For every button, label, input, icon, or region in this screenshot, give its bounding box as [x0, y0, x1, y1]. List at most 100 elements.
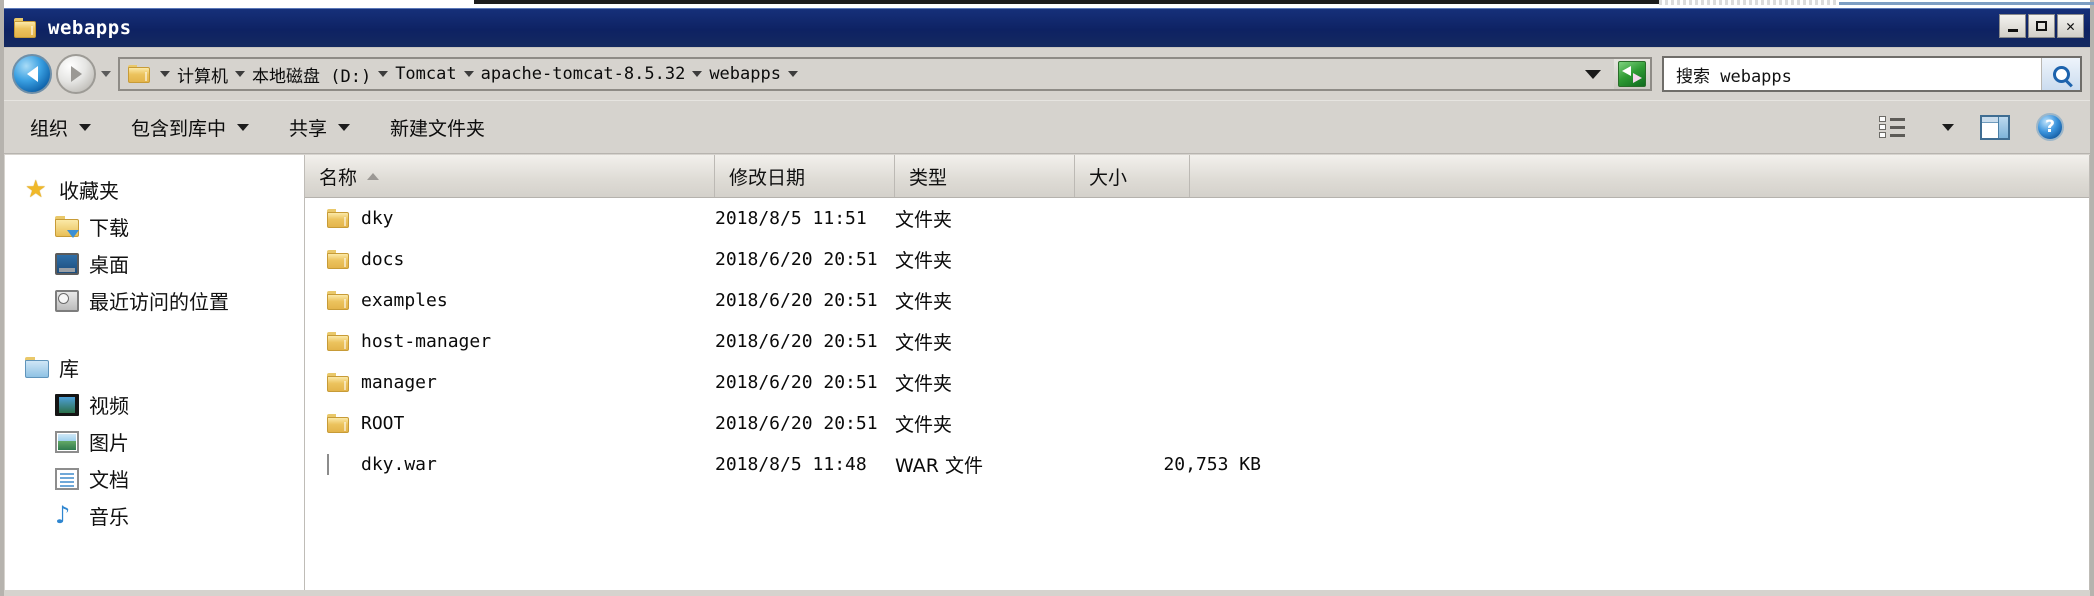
file-name: docs — [361, 249, 405, 270]
column-header-date[interactable]: 修改日期 — [715, 155, 895, 197]
navigation-pane: ★ 收藏夹 下载 桌面 最近访问的位置 库 视频 图片 文档 ♪ 音乐 — [5, 155, 305, 590]
search-input[interactable]: 搜索 webapps — [1664, 62, 2041, 87]
sidebar-item-desktop[interactable]: 桌面 — [5, 245, 304, 282]
sidebar-item-recent-places[interactable]: 最近访问的位置 — [5, 282, 304, 319]
toolbar-label-organize: 组织 — [30, 117, 69, 140]
cell-name: dky — [305, 208, 715, 229]
chevron-down-icon — [79, 123, 92, 131]
forward-button[interactable] — [56, 54, 96, 94]
folder-icon — [327, 250, 349, 269]
cell-type: 文件夹 — [895, 373, 953, 395]
breadcrumb-item-0[interactable]: 计算机 — [176, 62, 229, 87]
command-toolbar: 组织 包含到库中 共享 新建文件夹 ? — [4, 100, 2090, 153]
file-name: examples — [361, 290, 448, 311]
sidebar-item-music[interactable]: ♪ 音乐 — [5, 497, 304, 534]
search-button[interactable] — [2041, 58, 2080, 90]
search-box[interactable]: 搜索 webapps — [1662, 56, 2082, 92]
sidebar-item-libraries[interactable]: 库 — [5, 349, 304, 386]
toolbar-item-new-folder[interactable]: 新建文件夹 — [390, 114, 485, 141]
table-row[interactable]: dky.war 2018/8/5 11:48 WAR 文件 20,753 KB — [305, 444, 2089, 485]
sidebar-item-pictures[interactable]: 图片 — [5, 423, 304, 460]
address-bar-row: 计算机 本地磁盘 (D:) Tomcat apache-tomcat-8.5.3… — [4, 47, 2090, 100]
cell-date: 2018/8/5 11:48 — [715, 454, 867, 475]
breadcrumb-item-3[interactable]: apache-tomcat-8.5.32 — [480, 64, 687, 84]
breadcrumb-item-4[interactable]: webapps — [708, 64, 782, 84]
breadcrumb: 计算机 本地磁盘 (D:) Tomcat apache-tomcat-8.5.3… — [154, 62, 804, 87]
cell-date: 2018/6/20 20:51 — [715, 331, 878, 352]
table-row[interactable]: manager 2018/6/20 20:51 文件夹 — [305, 362, 2089, 403]
address-folder-icon — [128, 64, 150, 84]
address-history-dropdown[interactable] — [1572, 57, 1614, 91]
chevron-down-icon — [237, 123, 250, 131]
cell-date: 2018/6/20 20:51 — [715, 372, 878, 393]
file-name: dky — [361, 208, 394, 229]
help-icon[interactable]: ? — [2036, 113, 2064, 141]
breadcrumb-item-1[interactable]: 本地磁盘 (D:) — [251, 62, 372, 87]
refresh-icon — [1618, 61, 1646, 87]
preview-pane-icon[interactable] — [1980, 114, 2010, 140]
sidebar-item-downloads[interactable]: 下载 — [5, 208, 304, 245]
title-bar[interactable]: webapps ✕ — [4, 8, 2090, 47]
file-name: manager — [361, 372, 437, 393]
address-bar[interactable]: 计算机 本地磁盘 (D:) Tomcat apache-tomcat-8.5.3… — [118, 57, 1572, 91]
nav-group-libraries: 库 视频 图片 文档 ♪ 音乐 — [5, 349, 304, 534]
close-icon: ✕ — [2065, 16, 2076, 35]
back-arrow-icon — [26, 66, 38, 82]
column-header-type[interactable]: 类型 — [895, 155, 1075, 197]
cell-name: docs — [305, 249, 715, 270]
recent-pages-chevron-down-icon[interactable] — [101, 71, 111, 77]
cell-date: 2018/8/5 11:51 — [715, 208, 867, 229]
cell-date: 2018/6/20 20:51 — [715, 413, 878, 434]
cell-type: 文件夹 — [895, 414, 953, 436]
breadcrumb-item-2[interactable]: Tomcat — [394, 64, 457, 84]
breadcrumb-chevron-icon[interactable] — [692, 71, 703, 77]
toolbar-item-include-in-library[interactable]: 包含到库中 — [131, 114, 250, 141]
close-button[interactable]: ✕ — [2057, 14, 2084, 38]
breadcrumb-chevron-icon[interactable] — [378, 71, 389, 77]
cell-name: examples — [305, 290, 715, 311]
breadcrumb-chevron-icon[interactable] — [235, 71, 245, 77]
file-name: ROOT — [361, 413, 405, 434]
refresh-button[interactable] — [1614, 57, 1652, 91]
column-header-name[interactable]: 名称 — [305, 155, 715, 197]
toolbar-item-organize[interactable]: 组织 — [30, 114, 92, 141]
column-label-size: 大小 — [1089, 166, 1128, 189]
star-icon: ★ — [25, 174, 47, 203]
window-bottom-edge — [4, 590, 2090, 596]
table-row[interactable]: docs 2018/6/20 20:51 文件夹 — [305, 239, 2089, 280]
top-edge-blue-segment — [1839, 2, 2094, 5]
window-top-edge — [4, 0, 2094, 8]
column-label-type: 类型 — [909, 166, 948, 189]
folder-icon — [327, 332, 349, 351]
column-header-size[interactable]: 大小 — [1075, 155, 1190, 197]
sidebar-item-videos[interactable]: 视频 — [5, 386, 304, 423]
view-mode-icon[interactable] — [1879, 116, 1905, 138]
sidebar-item-favorites[interactable]: ★ 收藏夹 — [5, 171, 304, 208]
minimize-button[interactable] — [1999, 14, 2026, 38]
view-mode-chevron-down-icon[interactable] — [1942, 123, 1954, 131]
window-content: ★ 收藏夹 下载 桌面 最近访问的位置 库 视频 图片 文档 ♪ 音乐 名称 修… — [4, 153, 2090, 590]
table-row[interactable]: ROOT 2018/6/20 20:51 文件夹 — [305, 403, 2089, 444]
chevron-down-icon — [338, 123, 351, 131]
maximize-button[interactable] — [2028, 14, 2055, 38]
cell-type: 文件夹 — [895, 332, 953, 354]
sidebar-label-downloads: 下载 — [89, 216, 129, 240]
toolbar-label-new-folder: 新建文件夹 — [390, 117, 486, 140]
cell-size: 20,753 KB — [1163, 454, 1261, 475]
music-icon: ♪ — [55, 500, 71, 529]
column-header-spacer[interactable] — [1190, 155, 2089, 197]
breadcrumb-chevron-icon[interactable] — [463, 71, 474, 77]
back-button[interactable] — [12, 54, 52, 94]
breadcrumb-chevron-icon[interactable] — [160, 71, 170, 77]
toolbar-item-share[interactable]: 共享 — [289, 114, 351, 141]
breadcrumb-chevron-icon[interactable] — [787, 71, 798, 77]
cell-name: ROOT — [305, 413, 715, 434]
table-row[interactable]: dky 2018/8/5 11:51 文件夹 — [305, 198, 2089, 239]
file-list-pane: 名称 修改日期 类型 大小 dky 2018/8/5 11:51 文件夹 doc… — [305, 155, 2090, 590]
column-label-date: 修改日期 — [729, 166, 806, 189]
sidebar-item-documents[interactable]: 文档 — [5, 460, 304, 497]
sidebar-label-documents: 文档 — [89, 468, 129, 492]
table-row[interactable]: examples 2018/6/20 20:51 文件夹 — [305, 280, 2089, 321]
table-row[interactable]: host-manager 2018/6/20 20:51 文件夹 — [305, 321, 2089, 362]
cell-date: 2018/6/20 20:51 — [715, 290, 878, 311]
